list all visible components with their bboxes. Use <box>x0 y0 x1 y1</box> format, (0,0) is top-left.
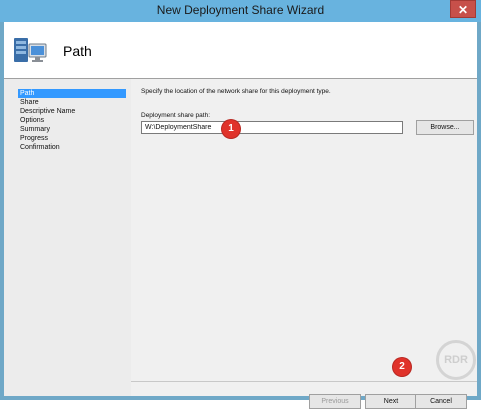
wizard-header: Path <box>4 22 477 79</box>
step-progress[interactable]: Progress <box>18 134 126 143</box>
wizard-client: Path Path Share Descriptive Name Options… <box>4 22 477 409</box>
step-path[interactable]: Path <box>18 89 126 98</box>
page-title: Path <box>63 43 92 59</box>
annotation-badge-2: 2 <box>393 358 411 376</box>
annotation-badge-1: 1 <box>222 120 240 138</box>
instruction-text: Specify the location of the network shar… <box>141 88 331 95</box>
window-title: New Deployment Share Wizard <box>156 3 325 17</box>
step-share[interactable]: Share <box>18 98 126 107</box>
step-summary[interactable]: Summary <box>18 125 126 134</box>
next-button[interactable]: Next <box>365 394 417 409</box>
wizard-steps-sidebar: Path Share Descriptive Name Options Summ… <box>4 79 131 396</box>
browse-button[interactable]: Browse... <box>416 120 474 135</box>
path-field-label: Deployment share path: <box>141 112 211 119</box>
steps-list: Path Share Descriptive Name Options Summ… <box>18 89 126 152</box>
step-descriptive-name[interactable]: Descriptive Name <box>18 107 126 116</box>
title-bar: New Deployment Share Wizard ✕ <box>0 0 481 22</box>
step-options[interactable]: Options <box>18 116 126 125</box>
deployment-share-icon <box>14 38 47 62</box>
step-confirmation[interactable]: Confirmation <box>18 143 126 152</box>
wizard-content: Specify the location of the network shar… <box>131 79 477 409</box>
cancel-button[interactable]: Cancel <box>415 394 467 409</box>
watermark-logo: RDR <box>436 340 476 380</box>
footer-divider <box>131 381 477 382</box>
deployment-share-path-input[interactable] <box>141 121 403 134</box>
previous-button[interactable]: Previous <box>309 394 361 409</box>
close-button[interactable]: ✕ <box>450 0 476 18</box>
wizard-window: New Deployment Share Wizard ✕ Path Path … <box>0 0 481 409</box>
